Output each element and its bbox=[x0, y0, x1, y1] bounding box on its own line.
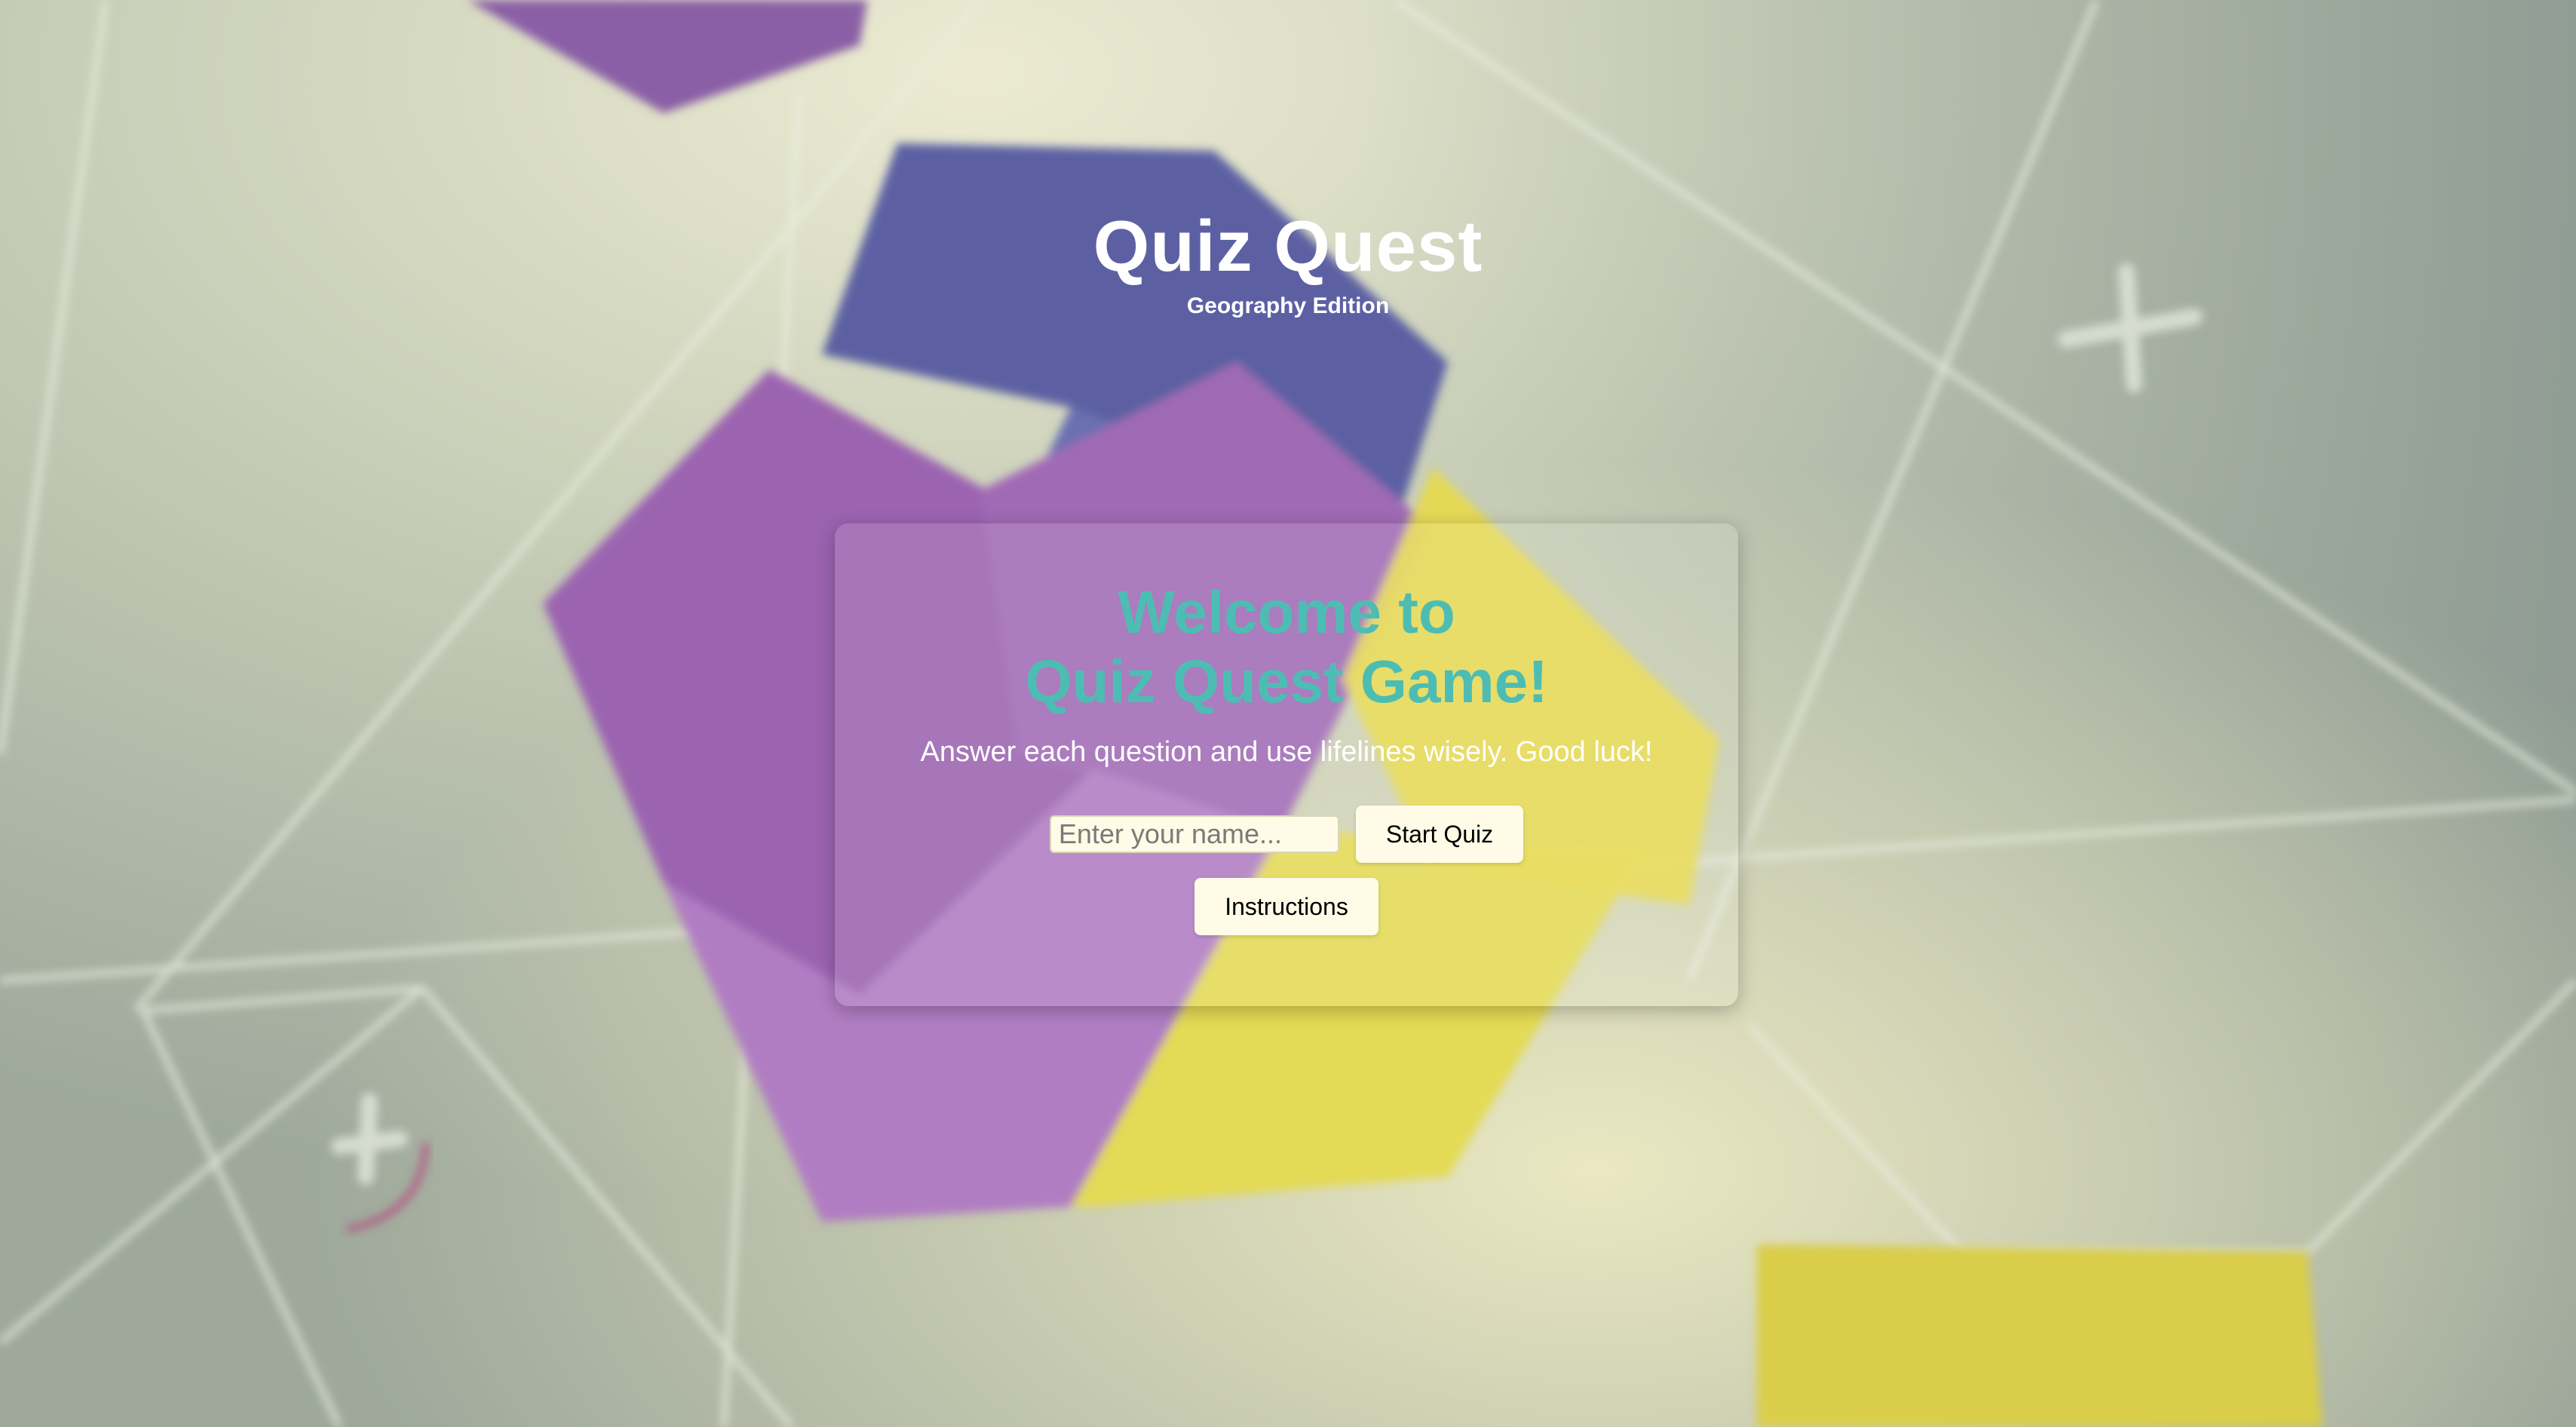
instructions-row: Instructions bbox=[835, 878, 1738, 935]
start-row: Start Quiz bbox=[835, 806, 1738, 863]
app-subtitle: Geography Edition bbox=[1186, 293, 1390, 318]
welcome-heading-line1: Welcome to bbox=[1118, 578, 1455, 646]
welcome-heading-line2: Quiz Quest Game! bbox=[1025, 648, 1548, 715]
welcome-tagline: Answer each question and use lifelines w… bbox=[920, 736, 1653, 768]
player-name-input[interactable] bbox=[1049, 815, 1339, 853]
instructions-button[interactable]: Instructions bbox=[1194, 878, 1378, 935]
welcome-heading: Welcome to Quiz Quest Game! bbox=[835, 578, 1738, 717]
app-header: Quiz Quest Geography Edition bbox=[0, 204, 2576, 320]
start-quiz-button[interactable]: Start Quiz bbox=[1355, 806, 1524, 863]
app-title: Quiz Quest bbox=[1093, 206, 1483, 287]
welcome-card: Welcome to Quiz Quest Game! Answer each … bbox=[835, 523, 1738, 1006]
